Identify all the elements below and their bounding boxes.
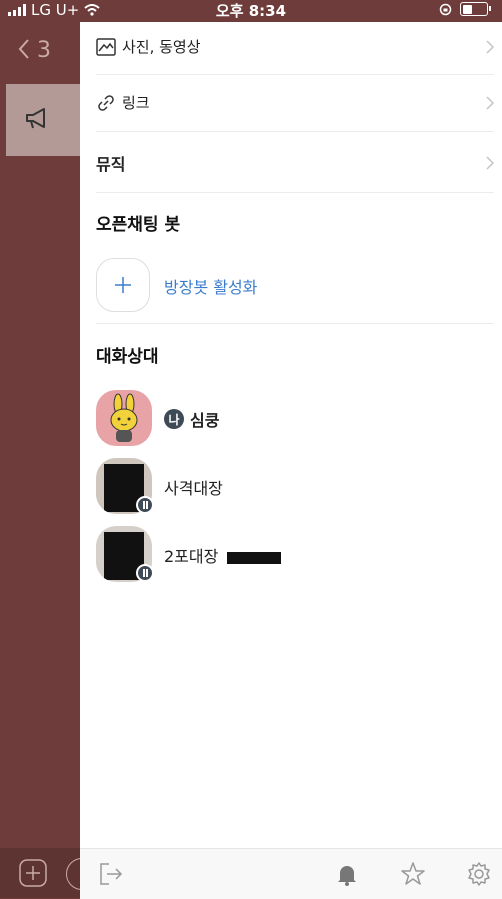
background-input-bar (0, 848, 98, 898)
menu-links[interactable]: 링크 (96, 92, 494, 113)
notice-banner[interactable] (6, 84, 86, 156)
image-icon (96, 37, 116, 56)
chat-drawer: 사진, 동영상 링크 뮤직 오픈채팅 봇 방장봇 활성화 대화상대 나 심쿵 사… (80, 22, 502, 898)
chevron-right-icon (486, 95, 494, 110)
chevron-right-icon (486, 39, 494, 54)
megaphone-icon (26, 108, 45, 129)
menu-music-label: 뮤직 (96, 155, 126, 174)
me-badge: 나 (164, 409, 184, 429)
member-name-text: 심쿵 (190, 411, 220, 430)
status-right (439, 2, 491, 16)
menu-links-label: 링크 (122, 94, 150, 112)
member-name-text: 2포대장 (164, 547, 219, 566)
members-section-title: 대화상대 (96, 347, 159, 367)
bell-icon[interactable] (334, 861, 360, 887)
divider (96, 192, 494, 193)
member-name: 나 심쿵 (164, 407, 219, 431)
star-icon[interactable] (400, 861, 426, 887)
add-bot-button[interactable] (96, 258, 150, 312)
avatar (96, 390, 152, 446)
divider (96, 131, 494, 132)
link-icon (98, 94, 114, 111)
bot-section-title: 오픈채팅 봇 (96, 215, 181, 235)
plus-icon (115, 277, 131, 293)
status-time: 오후 8:34 (215, 2, 287, 20)
menu-photos-videos-label: 사진, 동영상 (122, 38, 201, 56)
menu-music[interactable]: 뮤직 (96, 151, 494, 175)
chevron-right-icon (486, 156, 494, 170)
member-row[interactable]: 나 심쿵 (96, 390, 476, 448)
divider (96, 74, 494, 75)
rotation-lock-icon (439, 3, 452, 15)
host-badge-icon (136, 564, 154, 582)
add-icon[interactable] (18, 858, 48, 888)
member-name: 2포대장 (164, 543, 282, 567)
chevron-left-icon (18, 39, 29, 59)
member-row[interactable]: 2포대장 (96, 526, 476, 584)
drawer-toolbar (80, 848, 502, 899)
divider (96, 323, 494, 324)
host-badge-icon (136, 496, 154, 514)
member-name: 사격대장 (164, 479, 223, 498)
back-count: 3 (37, 38, 51, 63)
battery-icon (460, 2, 491, 16)
redacted-text (227, 551, 282, 564)
character-avatar-icon (110, 393, 138, 442)
exit-icon[interactable] (98, 861, 124, 887)
menu-photos-videos[interactable]: 사진, 동영상 (96, 36, 494, 57)
member-row[interactable]: 사격대장 (96, 458, 476, 516)
add-bot-label[interactable]: 방장봇 활성화 (164, 274, 257, 298)
gear-icon[interactable] (466, 861, 492, 887)
back-button[interactable]: 3 (18, 38, 51, 63)
status-bar: LG U+ 오후 8:34 (0, 0, 502, 22)
